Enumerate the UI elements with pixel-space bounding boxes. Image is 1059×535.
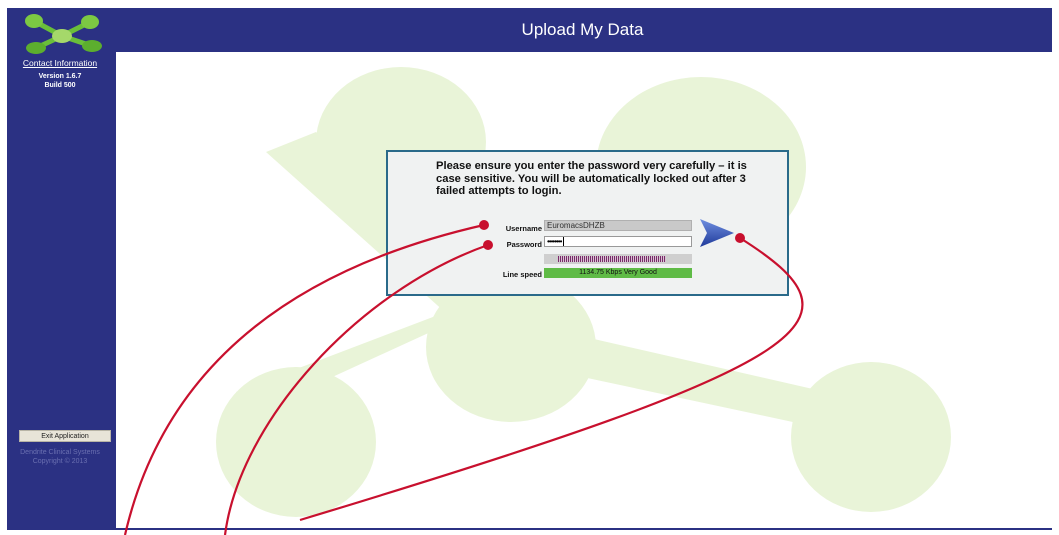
molecule-logo-icon	[25, 14, 102, 54]
password-value: ••••••••	[547, 237, 562, 246]
login-dialog: Please ensure you enter the password ver…	[386, 150, 789, 296]
contact-information-link[interactable]: Contact Information	[7, 58, 113, 68]
password-label: Password	[506, 240, 542, 249]
copyright-text: Copyright © 2013	[32, 458, 88, 465]
progress-fill	[558, 256, 666, 262]
text-caret	[563, 237, 565, 247]
line-speed-indicator: 1134.75 Kbps Very Good	[544, 268, 692, 278]
username-label: Username	[505, 224, 542, 233]
password-input[interactable]: ••••••••	[544, 236, 692, 247]
upload-progress-bar	[544, 254, 692, 264]
username-input[interactable]: EuromacsDHZB	[544, 220, 692, 231]
page-title: Upload My Data	[521, 20, 644, 39]
sidebar: Contact Information Version 1.6.7 Build …	[7, 8, 113, 530]
exit-application-button[interactable]: Exit Application	[19, 430, 111, 442]
password-warning-text: Please ensure you enter the password ver…	[436, 160, 747, 197]
company-name: Dendrite Clinical Systems	[20, 449, 100, 456]
version-label: Version 1.6.7	[38, 73, 82, 80]
build-label: Build 500	[44, 82, 76, 89]
line-speed-label: Line speed	[502, 270, 542, 279]
right-arrow-icon[interactable]	[698, 218, 736, 248]
